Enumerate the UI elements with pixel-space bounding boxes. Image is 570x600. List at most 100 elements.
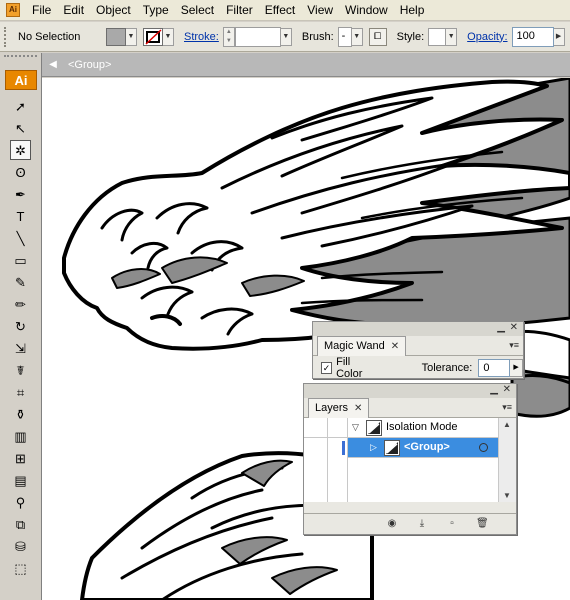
layers-panel: ▁ ✕ Layers ✕ ▾≡ ▽ Isolation Mode ▷ <Group… <box>303 383 517 535</box>
fill-color-swatch[interactable] <box>106 27 126 46</box>
isolation-group-label[interactable]: <Group> <box>68 59 111 71</box>
direct-selection-tool[interactable]: ↖ <box>10 118 31 138</box>
mesh-tool[interactable]: ⊞ <box>10 448 31 468</box>
trash-icon[interactable]: 🗑 <box>476 518 489 530</box>
tab-close-icon[interactable]: ✕ <box>391 341 399 352</box>
menu-object[interactable]: Object <box>90 0 137 21</box>
tab-close-icon[interactable]: ✕ <box>354 403 362 414</box>
style-dropdown-arrow[interactable]: ▼ <box>446 27 458 46</box>
brush-options-icon[interactable]: ⧠ <box>368 27 387 46</box>
layers-titlebar[interactable]: ▁ ✕ <box>304 384 516 398</box>
close-icon[interactable]: ✕ <box>503 384 511 396</box>
layer-name-group[interactable]: <Group> <box>404 441 450 453</box>
tolerance-label: Tolerance: <box>421 362 473 374</box>
menu-view[interactable]: View <box>301 0 339 21</box>
stroke-color-swatch[interactable] <box>143 27 163 46</box>
tab-layers-label: Layers <box>315 402 349 414</box>
scale-tool[interactable]: ⇲ <box>10 338 31 358</box>
line-segment-tool[interactable]: ╲ <box>10 228 31 248</box>
chevron-down-icon[interactable]: ▽ <box>352 422 359 433</box>
scroll-up-icon[interactable]: ▲ <box>503 420 511 429</box>
rotate-tool[interactable]: ↻ <box>10 316 31 336</box>
thumbnail-art <box>386 442 398 454</box>
close-icon[interactable]: ✕ <box>510 322 518 334</box>
lock-toggle[interactable] <box>328 438 348 458</box>
fill-color-label: Fill Color <box>336 356 363 380</box>
magic-wand-body: ✓ Fill Color Tolerance: 0 ▶ <box>313 356 523 380</box>
layer-name-isolation-mode[interactable]: Isolation Mode <box>386 421 458 433</box>
magic-wand-titlebar[interactable]: ▁ ✕ <box>313 322 523 336</box>
layer-row-isolation-mode[interactable]: ▽ Isolation Mode <box>304 418 498 438</box>
menu-select[interactable]: Select <box>175 0 220 21</box>
visibility-toggle[interactable] <box>304 438 328 458</box>
arrow-left-icon[interactable]: ◀ <box>46 58 60 72</box>
control-bar: No Selection ▼ ▼ Stroke: ▲ ▼ ▼ Brush: - ▼… <box>0 22 570 52</box>
stroke-label[interactable]: Stroke: <box>184 31 219 43</box>
visibility-toggle[interactable] <box>304 418 328 438</box>
toolbox-grip[interactable] <box>4 55 37 64</box>
selection-tool[interactable]: ➚ <box>10 96 31 116</box>
minimize-icon[interactable]: ▁ <box>490 384 498 396</box>
pen-tool[interactable]: ✒ <box>10 184 31 204</box>
layers-scrollbar[interactable]: ▲ ▼ <box>498 418 516 502</box>
type-tool[interactable]: T <box>10 206 31 226</box>
brush-field[interactable]: - <box>337 26 352 47</box>
free-transform-tool[interactable]: ⌗ <box>10 382 31 402</box>
stroke-weight-field[interactable] <box>234 26 281 47</box>
layers-empty-area <box>304 458 498 502</box>
panel-menu-icon[interactable]: ▾≡ <box>502 402 512 413</box>
tab-layers[interactable]: Layers ✕ <box>308 398 370 418</box>
tolerance-field[interactable]: 0 <box>478 359 511 377</box>
opacity-label[interactable]: Opacity: <box>467 31 507 43</box>
target-icon[interactable] <box>479 443 488 452</box>
opacity-field[interactable]: 100 <box>511 26 554 47</box>
minimize-icon[interactable]: ▁ <box>497 322 505 334</box>
warp-tool[interactable]: ☤ <box>10 360 31 380</box>
rectangle-tool[interactable]: ▭ <box>10 250 31 270</box>
opacity-dropdown-arrow[interactable]: ▶ <box>553 27 565 46</box>
menu-effect[interactable]: Effect <box>259 0 301 21</box>
column-graph-tool[interactable]: ▥ <box>10 426 31 446</box>
gradient-tool[interactable]: ▤ <box>10 470 31 490</box>
make-clipping-mask-icon[interactable]: ◉ <box>386 518 398 530</box>
brush-dropdown-arrow[interactable]: ▼ <box>351 27 363 46</box>
menu-file[interactable]: File <box>26 0 57 21</box>
tolerance-arrow[interactable]: ▶ <box>510 359 523 377</box>
tab-magic-wand[interactable]: Magic Wand ✕ <box>317 336 407 356</box>
symbol-sprayer-tool[interactable]: ⚱ <box>10 404 31 424</box>
magic-wand-tabrow: Magic Wand ✕ ▾≡ <box>313 336 523 356</box>
menu-window[interactable]: Window <box>339 0 394 21</box>
layers-tabrow: Layers ✕ ▾≡ <box>304 398 516 418</box>
pencil-tool[interactable]: ✏ <box>10 294 31 314</box>
stroke-dropdown-arrow[interactable]: ▼ <box>163 27 174 46</box>
illustrator-logo: Ai <box>5 70 37 90</box>
live-paint-bucket-tool[interactable]: ⛁ <box>10 536 31 556</box>
layer-row-group[interactable]: ▷ <Group> <box>304 438 498 458</box>
stroke-weight-spinner[interactable]: ▲ ▼ <box>222 26 235 47</box>
scroll-down-icon[interactable]: ▼ <box>503 491 511 500</box>
control-bar-grip[interactable] <box>4 26 8 47</box>
new-layer-icon[interactable]: ▫ <box>446 518 458 530</box>
menu-edit[interactable]: Edit <box>57 0 90 21</box>
paintbrush-tool[interactable]: ✎ <box>10 272 31 292</box>
menu-filter[interactable]: Filter <box>220 0 259 21</box>
chevron-right-icon[interactable]: ▷ <box>370 442 377 453</box>
panel-menu-icon[interactable]: ▾≡ <box>509 340 519 351</box>
toolbox: Ai ➚ ↖ ✲ ʘ ✒ T ╲ ▭ ✎ ✏ ↻ ⇲ ☤ ⌗ ⚱ ▥ ⊞ ▤ ⚲ ⧉ ⛁ ⬚ <box>0 53 42 600</box>
live-paint-selection-tool[interactable]: ⬚ <box>10 558 31 578</box>
stroke-weight-dropdown-arrow[interactable]: ▼ <box>280 27 292 46</box>
blend-tool[interactable]: ⧉ <box>10 514 31 534</box>
no-stroke-icon <box>145 28 162 45</box>
fill-color-checkbox[interactable]: ✓ <box>321 362 333 374</box>
eyedropper-tool[interactable]: ⚲ <box>10 492 31 512</box>
fill-dropdown-arrow[interactable]: ▼ <box>126 27 137 46</box>
new-sublayer-icon[interactable]: ⤓ <box>416 518 428 530</box>
menu-help[interactable]: Help <box>394 0 431 21</box>
menu-bar: Ai File Edit Object Type Select Filter E… <box>0 0 570 21</box>
lasso-tool[interactable]: ʘ <box>10 162 31 182</box>
magic-wand-tool[interactable]: ✲ <box>10 140 31 160</box>
style-swatch[interactable] <box>428 27 447 46</box>
lock-toggle[interactable] <box>328 418 348 438</box>
thumbnail-art <box>368 422 380 434</box>
menu-type[interactable]: Type <box>137 0 175 21</box>
